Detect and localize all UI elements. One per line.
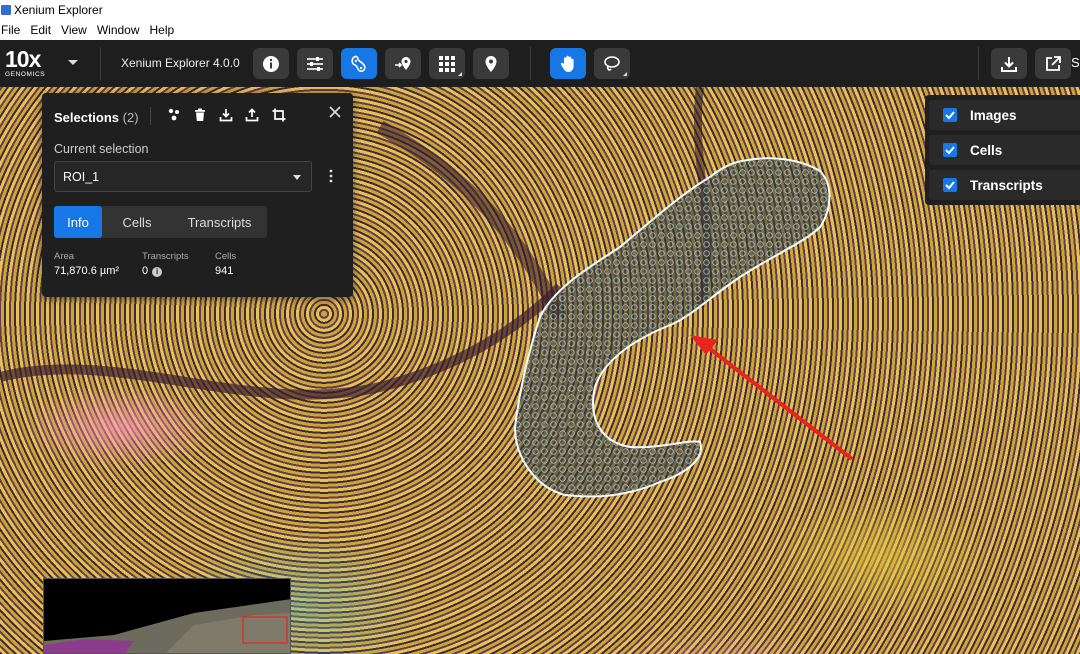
cell-selection-icon	[351, 55, 366, 72]
transcripts-value: 0	[142, 265, 149, 277]
images-checkbox[interactable]	[943, 108, 957, 122]
menu-file[interactable]: File	[1, 23, 20, 37]
selections-title: Selections (2)	[54, 110, 139, 125]
stroma-streak	[0, 283, 564, 400]
minimap-tissue	[44, 599, 290, 653]
grid-icon	[439, 55, 455, 72]
menu-edit[interactable]: Edit	[30, 23, 51, 37]
overview-minimap[interactable]	[43, 578, 291, 654]
selections-panel: Selections (2) Current selection ROI_1 I…	[42, 93, 353, 297]
info-icon	[263, 55, 279, 72]
share-label: S	[1071, 55, 1080, 70]
adjustments-button[interactable]	[297, 48, 333, 79]
menu-view[interactable]: View	[61, 23, 87, 37]
export-icon	[1046, 55, 1061, 71]
app-icon	[1, 5, 11, 15]
checkmark-icon	[945, 111, 955, 120]
current-selection-dropdown[interactable]: ROI_1	[54, 161, 312, 192]
more-options-icon[interactable]	[329, 169, 333, 183]
transcripts-checkbox[interactable]	[943, 178, 957, 192]
10x-genomics-logo[interactable]: 10x GENOMICS	[5, 47, 57, 81]
current-selection-label: Current selection	[54, 142, 149, 156]
panel-divider	[150, 107, 151, 125]
app-version-title: Xenium Explorer 4.0.0	[121, 56, 240, 70]
area-value: 71,870.6 µm²	[54, 265, 120, 277]
trash-icon[interactable]	[192, 107, 208, 123]
add-location-icon	[395, 56, 411, 70]
upload-icon[interactable]	[244, 107, 260, 123]
logo-main-text: 10x	[5, 46, 41, 72]
layer-images[interactable]: Images	[929, 100, 1080, 130]
cells-value: 941	[215, 265, 234, 277]
menu-window[interactable]: Window	[97, 23, 140, 37]
transcripts-label: Transcripts	[142, 251, 189, 262]
cells-label: Cells	[215, 251, 237, 262]
annotation-arrow-line	[703, 343, 854, 461]
grid-options-corner-icon	[458, 72, 462, 76]
pin-button[interactable]	[473, 48, 509, 79]
chevron-down-icon	[293, 175, 301, 180]
lasso-icon	[604, 55, 620, 71]
layer-label: Cells	[970, 143, 1003, 158]
cell-selection-tool-button[interactable]	[341, 48, 377, 79]
checkmark-icon	[945, 181, 955, 190]
info-icon[interactable]: i	[152, 267, 163, 277]
toolbar-divider	[978, 47, 979, 80]
layer-cells[interactable]: Cells	[929, 135, 1080, 165]
roi-cell-outlines	[515, 158, 830, 497]
selections-title-text: Selections	[54, 110, 120, 125]
cells-checkbox[interactable]	[943, 143, 957, 157]
cell-group-icon[interactable]	[166, 107, 182, 123]
window-title-bar: Xenium Explorer	[0, 0, 1080, 20]
download-icon[interactable]	[218, 107, 234, 123]
lasso-tool-button[interactable]	[594, 48, 630, 79]
toolbar-divider	[530, 47, 531, 80]
xenium-explorer-window: Xenium Explorer File Edit View Window He…	[0, 0, 1080, 654]
layers-panel: Images Cells Transcripts	[925, 95, 1080, 205]
transcripts-value-group: 0i	[142, 265, 163, 277]
download-icon	[1001, 56, 1017, 72]
menu-help[interactable]: Help	[150, 23, 175, 37]
stroma-streak	[376, 120, 567, 321]
close-icon[interactable]	[328, 105, 342, 119]
pan-tool-button[interactable]	[550, 48, 586, 79]
info-button[interactable]	[253, 48, 289, 79]
crop-icon[interactable]	[271, 107, 287, 123]
grid-view-button[interactable]	[429, 48, 465, 79]
pin-icon	[485, 55, 497, 72]
toolbar-divider	[100, 47, 101, 80]
tab-info[interactable]: Info	[54, 206, 102, 238]
download-button[interactable]	[991, 48, 1027, 79]
lasso-options-corner-icon	[623, 72, 627, 76]
export-share-button[interactable]	[1035, 48, 1071, 79]
menu-bar: File Edit View Window Help	[0, 20, 1080, 40]
layer-transcripts[interactable]: Transcripts	[929, 170, 1080, 200]
tab-transcripts[interactable]: Transcripts	[172, 206, 267, 238]
selection-tabs: Info Cells Transcripts	[54, 206, 267, 238]
layer-label: Transcripts	[970, 178, 1043, 193]
selections-count: (2)	[122, 110, 139, 125]
layer-label: Images	[970, 108, 1017, 123]
add-location-button[interactable]	[385, 48, 421, 79]
logo-sub-text: GENOMICS	[5, 71, 46, 78]
hand-pan-icon	[560, 55, 574, 72]
checkmark-icon	[945, 146, 955, 155]
area-label: Area	[54, 251, 75, 262]
window-title: Xenium Explorer	[14, 3, 103, 17]
tab-cells[interactable]: Cells	[102, 206, 172, 238]
logo-menu-chevron-down-icon[interactable]	[68, 60, 78, 65]
sliders-icon	[307, 56, 323, 71]
current-selection-value: ROI_1	[63, 170, 100, 184]
